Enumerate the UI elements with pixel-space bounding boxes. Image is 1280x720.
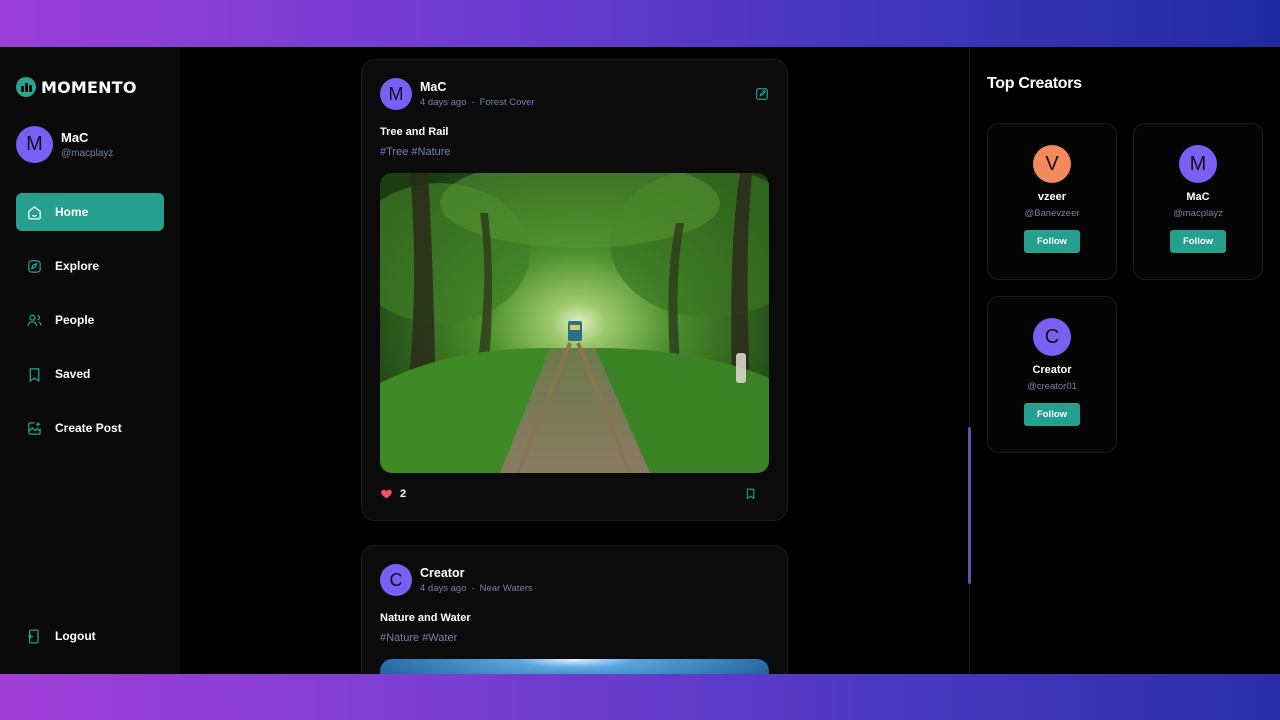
app-window: MOMENTO M MaC @macplayz Home Explore Peo… [0, 47, 1280, 674]
profile-name: MaC [61, 130, 89, 145]
post-author-name[interactable]: Creator [420, 566, 533, 580]
like-button[interactable]: 2 [380, 487, 406, 500]
avatar: V [1033, 145, 1071, 183]
profile-summary[interactable]: M MaC @macplayz [16, 126, 113, 163]
left-sidebar: MOMENTO M MaC @macplayz Home Explore Peo… [0, 47, 180, 674]
logo-chart-icon [16, 77, 36, 97]
avatar: C [1033, 318, 1071, 356]
post-actions: 2 [380, 487, 757, 500]
post-image[interactable] [380, 659, 769, 674]
follow-button[interactable]: Follow [1024, 403, 1080, 426]
follow-button[interactable]: Follow [1170, 230, 1226, 253]
top-creators-panel: Top Creators V vzeer @Banevzeer Follow M… [970, 47, 1280, 674]
nav-item-label: Explore [55, 259, 100, 273]
nav-item-label: People [55, 313, 95, 327]
post-author-avatar[interactable]: M [380, 78, 412, 110]
brand-logo[interactable]: MOMENTO [16, 77, 137, 97]
post-tags[interactable]: #Tree #Nature [380, 146, 451, 158]
forest-railway-image [380, 173, 769, 473]
nav-item-label: Create Post [55, 421, 122, 435]
avatar: M [16, 126, 53, 163]
post-meta: 4 days ago - Forest Cover [420, 97, 535, 108]
screen-frame: MOMENTO M MaC @macplayz Home Explore Peo… [0, 0, 1280, 720]
post-card: M MaC 4 days ago - Forest Cover Tree and… [361, 59, 788, 521]
post-tags[interactable]: #Nature #Water [380, 632, 457, 644]
post-location: Near Waters [479, 583, 533, 594]
creator-name: vzeer [1037, 191, 1067, 203]
post-image[interactable] [380, 173, 769, 473]
nav-item-people[interactable]: People [16, 301, 164, 339]
nav-item-label: Home [55, 205, 89, 219]
post-meta-separator: - [471, 97, 475, 108]
creator-handle: @creator01 [1027, 381, 1077, 392]
post-card: C Creator 4 days ago - Near Waters Natur… [361, 545, 788, 674]
bookmark-icon [29, 367, 40, 382]
avatar: M [1179, 145, 1217, 183]
post-location: Forest Cover [479, 97, 535, 108]
edit-post-icon[interactable] [755, 87, 769, 101]
main-nav: Home Explore People Saved Create Post [16, 193, 164, 463]
nav-item-label: Saved [55, 367, 91, 381]
logout-button[interactable]: Logout [16, 621, 164, 651]
panel-title: Top Creators [987, 75, 1082, 92]
post-header: M MaC 4 days ago - Forest Cover [380, 78, 535, 110]
create-post-icon [28, 421, 41, 435]
post-header: C Creator 4 days ago - Near Waters [380, 564, 533, 596]
post-time: 4 days ago [420, 97, 467, 108]
people-icon [27, 314, 42, 326]
creator-handle: @macplayz [1173, 208, 1223, 219]
water-image [380, 659, 769, 674]
creator-card[interactable]: C Creator @creator01 Follow [987, 296, 1117, 453]
bottom-gradient-bar [0, 674, 1280, 720]
nav-item-saved[interactable]: Saved [16, 355, 164, 393]
home-icon [28, 205, 41, 220]
post-caption: Nature and Water [380, 612, 471, 624]
bookmark-icon[interactable] [744, 487, 757, 500]
heart-icon [381, 489, 392, 499]
post-meta: 4 days ago - Near Waters [420, 583, 533, 594]
logout-label: Logout [55, 629, 96, 643]
like-count: 2 [400, 487, 407, 500]
follow-button[interactable]: Follow [1024, 230, 1080, 253]
brand-name: MOMENTO [41, 77, 137, 97]
nav-item-home[interactable]: Home [16, 193, 164, 231]
creator-name: Creator [1032, 364, 1072, 376]
post-author-name[interactable]: MaC [420, 80, 535, 94]
nav-item-create-post[interactable]: Create Post [16, 409, 164, 447]
post-author-avatar[interactable]: C [380, 564, 412, 596]
explore-icon [28, 259, 41, 273]
post-time: 4 days ago [420, 583, 467, 594]
logout-icon [27, 628, 39, 644]
top-gradient-bar [0, 0, 1280, 47]
nav-item-explore[interactable]: Explore [16, 247, 164, 285]
creator-name: MaC [1186, 191, 1210, 203]
profile-handle: @macplayz [61, 148, 114, 159]
post-meta-separator: - [471, 583, 475, 594]
post-feed: M MaC 4 days ago - Forest Cover Tree and… [361, 47, 789, 674]
post-caption: Tree and Rail [380, 126, 449, 138]
creator-card[interactable]: V vzeer @Banevzeer Follow [987, 123, 1117, 280]
creator-card[interactable]: M MaC @macplayz Follow [1133, 123, 1263, 280]
creator-handle: @Banevzeer [1024, 208, 1080, 219]
